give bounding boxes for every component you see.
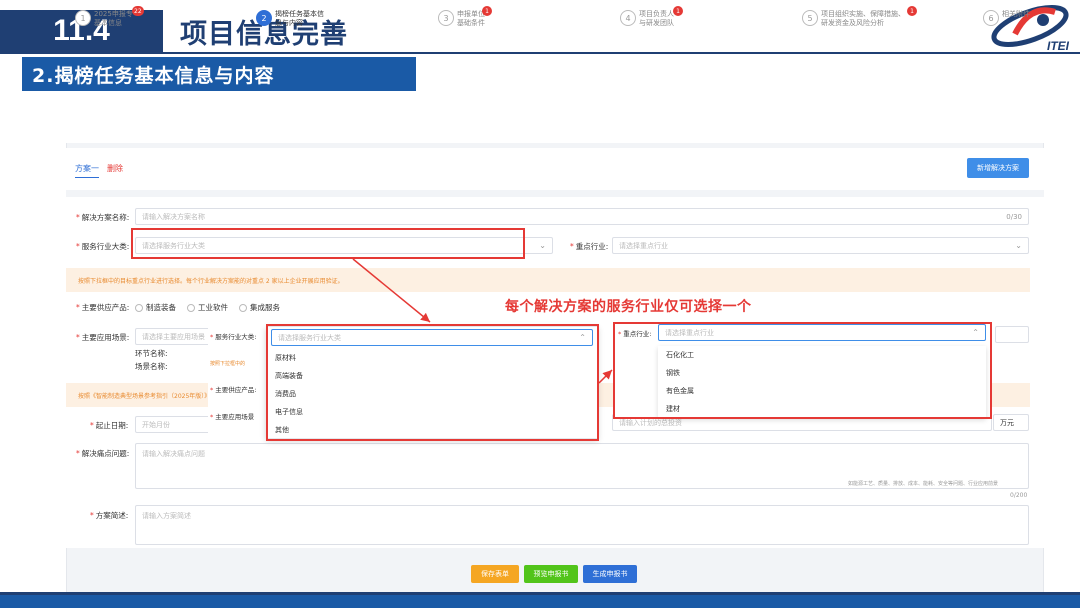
desc-label: * 方案简述: bbox=[90, 511, 129, 520]
steps-bar bbox=[66, 98, 1044, 143]
annotation-text: 每个解决方案的服务行业仅可选择一个 bbox=[505, 299, 752, 315]
chevron-down-icon: ⌄ bbox=[539, 241, 546, 250]
highlight-box-industry-dropdown bbox=[266, 324, 599, 441]
industry-note: 按照下拉框中的目标重点行业进行选择。每个行业解决方案能的对重点 2 家以上企业开… bbox=[66, 268, 1030, 292]
header-divider bbox=[0, 52, 1080, 54]
section-separator bbox=[66, 190, 1044, 197]
overlay-ghost-note: 按照下拉框中的 bbox=[210, 361, 246, 367]
problem-count: 0/200 bbox=[1010, 492, 1028, 499]
overlay-industry-label: * 服务行业大类: bbox=[210, 333, 257, 341]
key-industry-label: * 重点行业: bbox=[570, 242, 609, 251]
highlight-box-key-industry bbox=[613, 322, 992, 419]
industry-label: * 服务行业大类: bbox=[76, 242, 130, 251]
logo-text: ITEI bbox=[1047, 39, 1070, 52]
generate-button[interactable]: 生成申报书 bbox=[583, 565, 637, 583]
link-name-label: 环节名称: bbox=[135, 349, 168, 358]
scene-extra-input[interactable] bbox=[995, 326, 1029, 343]
step-1[interactable]: 1 2025申报专 基本信息 22 bbox=[75, 6, 144, 28]
step-badge: 1 bbox=[673, 6, 683, 16]
step-5[interactable]: 5 项目组织实施、保障措施、 研发资金及风险分析 1 bbox=[802, 6, 917, 28]
product-radio-3[interactable]: 集成服务 bbox=[239, 302, 280, 313]
scene-label: * 主要应用场景: bbox=[76, 333, 130, 342]
desc-textarea[interactable]: 请输入方案简述 bbox=[135, 505, 1029, 545]
step-4[interactable]: 4 项目负责人 与研发团队 1 bbox=[620, 6, 683, 28]
step-badge: 1 bbox=[907, 6, 917, 16]
solution-name-input[interactable]: 请输入解决方案名称 0/30 bbox=[135, 208, 1029, 225]
step-2[interactable]: 2 揭榜任务基本信 息与内容 bbox=[256, 10, 324, 28]
key-industry-select[interactable]: 请选择重点行业 ⌄ bbox=[612, 237, 1029, 254]
save-button[interactable]: 保存表单 bbox=[471, 565, 519, 583]
step-badge: 1 bbox=[482, 6, 492, 16]
product-radio-1[interactable]: 制造装备 bbox=[135, 302, 176, 313]
section-subtitle: 2.揭榜任务基本信息与内容 bbox=[22, 57, 416, 91]
solution-tabs: 方案一 删除 bbox=[75, 163, 123, 178]
footer-bar bbox=[0, 595, 1080, 608]
overlay-product-label: * 主要供应产品: bbox=[210, 386, 257, 394]
problem-label: * 解决痛点问题: bbox=[76, 449, 130, 458]
add-solution-button[interactable]: 新增解决方案 bbox=[967, 158, 1029, 178]
tab-solution-1[interactable]: 方案一 bbox=[75, 163, 99, 178]
scene-select[interactable]: 请选择主要应用场景 bbox=[135, 328, 215, 345]
main-product-label: * 主要供应产品: bbox=[76, 303, 130, 312]
step-6[interactable]: 6 相关附件 bbox=[983, 10, 1030, 26]
start-date-input[interactable]: 开始月份 bbox=[135, 416, 215, 433]
tab-delete[interactable]: 删除 bbox=[107, 163, 123, 178]
problem-hint: 如能源工艺、质量、排放、成本、能耗、安全等问题、行业应用前景 bbox=[848, 481, 999, 487]
step-badge: 22 bbox=[132, 6, 144, 16]
preview-button[interactable]: 预览申报书 bbox=[524, 565, 578, 583]
overlay-scene-label: * 主要应用场景 bbox=[210, 413, 255, 421]
scene-name-label: 场景名称: bbox=[135, 362, 168, 371]
step-3[interactable]: 3 申报单位 基础条件 1 bbox=[438, 6, 492, 28]
budget-unit: 万元 bbox=[993, 414, 1029, 431]
chevron-down-icon: ⌄ bbox=[1015, 241, 1022, 250]
product-radio-2[interactable]: 工业软件 bbox=[187, 302, 228, 313]
highlight-box-industry bbox=[131, 228, 525, 259]
solution-name-label: * 解决方案名称: bbox=[76, 213, 130, 222]
start-date-label: * 起止日期: bbox=[90, 421, 129, 430]
